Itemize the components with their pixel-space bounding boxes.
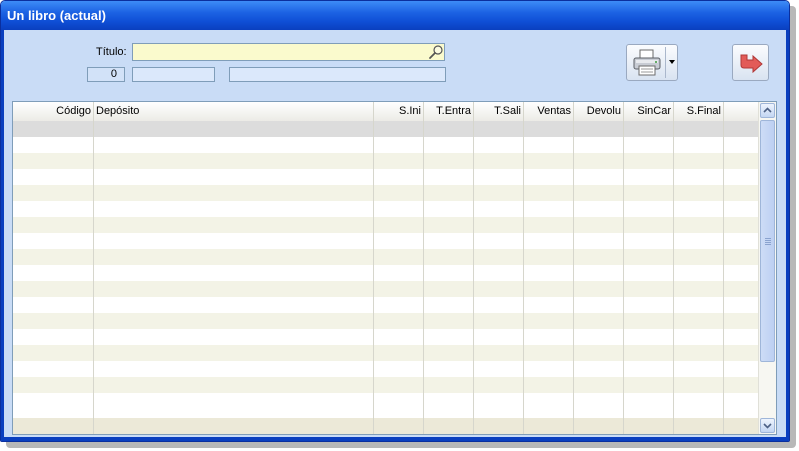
table-row[interactable] (13, 281, 759, 297)
info-field-1 (132, 67, 215, 82)
table-footer-row (13, 418, 759, 434)
table-row[interactable] (13, 265, 759, 281)
table-row[interactable] (13, 137, 759, 153)
stock-table: Código Depósito S.Ini T.Entra T.Sali Ven… (12, 101, 777, 435)
column-header-s-final[interactable]: S.Final (673, 102, 723, 121)
table-row[interactable] (13, 377, 759, 393)
column-header-ventas[interactable]: Ventas (523, 102, 573, 121)
exit-button[interactable] (732, 44, 769, 81)
column-header-deposito[interactable]: Depósito (93, 102, 373, 121)
titulo-input[interactable] (132, 43, 445, 61)
title-bar[interactable]: Un libro (actual) (1, 1, 789, 30)
printer-icon (632, 49, 662, 82)
exit-arrow-icon (738, 53, 764, 78)
column-header-sincar[interactable]: SinCar (623, 102, 673, 121)
table-row[interactable] (13, 121, 759, 137)
column-header-s-ini[interactable]: S.Ini (373, 102, 423, 121)
chevron-down-icon[interactable] (669, 60, 675, 64)
titulo-label: Título: (96, 46, 127, 58)
print-button[interactable] (626, 44, 678, 81)
table-row[interactable] (13, 185, 759, 201)
scroll-down-button[interactable] (760, 418, 775, 433)
scroll-thumb[interactable] (760, 120, 775, 362)
search-icon[interactable] (428, 44, 445, 60)
column-header-t-entra[interactable]: T.Entra (423, 102, 473, 121)
scroll-up-button[interactable] (760, 103, 775, 118)
table-row[interactable] (13, 169, 759, 185)
record-count: 0 (87, 67, 125, 82)
table-row[interactable] (13, 313, 759, 329)
table-row[interactable] (13, 233, 759, 249)
column-header-codigo[interactable]: Código (13, 102, 93, 121)
table-row[interactable] (13, 201, 759, 217)
column-header-devolu[interactable]: Devolu (573, 102, 623, 121)
table-row[interactable] (13, 393, 759, 409)
table-row[interactable] (13, 329, 759, 345)
table-header: Código Depósito S.Ini T.Entra T.Sali Ven… (13, 102, 759, 122)
table-row[interactable] (13, 345, 759, 361)
table-row[interactable] (13, 297, 759, 313)
table-row[interactable] (13, 217, 759, 233)
table-row[interactable] (13, 361, 759, 377)
vertical-scrollbar[interactable] (758, 102, 776, 434)
table-row[interactable] (13, 153, 759, 169)
column-header-t-sali[interactable]: T.Sali (473, 102, 523, 121)
info-field-2 (229, 67, 446, 82)
window-title: Un libro (actual) (7, 8, 106, 23)
window-content: Título: 0 Código Depósito S.Ini T.Entra … (4, 30, 786, 437)
table-row[interactable] (13, 249, 759, 265)
window: Un libro (actual) Título: 0 Código Depós… (0, 0, 790, 442)
